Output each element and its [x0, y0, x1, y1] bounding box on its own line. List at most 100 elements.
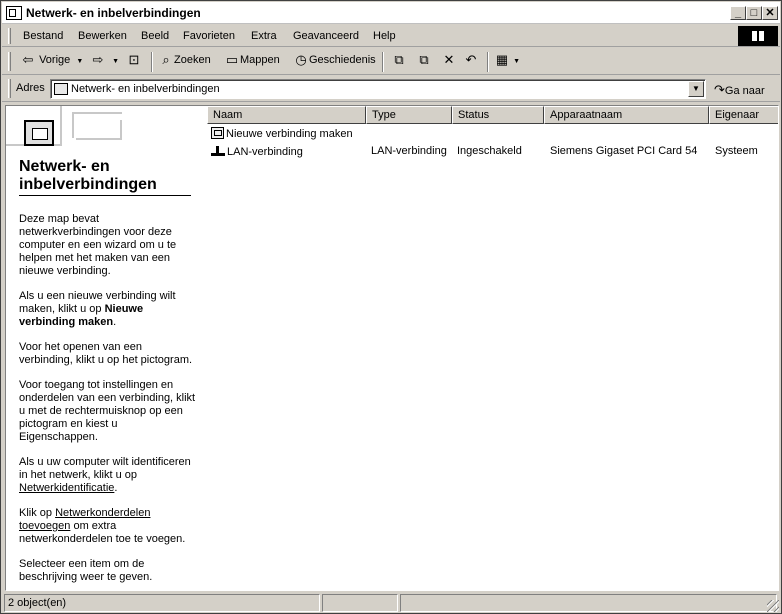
- decorative-frame: [76, 120, 122, 140]
- list-item[interactable]: Nieuwe verbinding maken: [207, 125, 778, 142]
- menu-beeld[interactable]: Beeld: [141, 30, 169, 42]
- column-header-apparaatnaam[interactable]: Apparaatnaam: [544, 106, 709, 124]
- web-view-pane: Netwerk- en inbelverbindingen Deze map b…: [6, 106, 204, 590]
- toolbar-separator: [382, 52, 384, 72]
- title-bar: Netwerk- en inbelverbindingen _ □ ✕: [2, 2, 780, 24]
- back-arrow-icon: ⇦: [22, 52, 34, 68]
- copy-to-button[interactable]: ⧉: [416, 52, 432, 68]
- undo-button[interactable]: ↶: [463, 52, 479, 68]
- up-folder-button[interactable]: ⊡: [126, 52, 142, 68]
- column-header-status[interactable]: Status: [452, 106, 544, 124]
- standard-toolbar: ⇦ Vorige ▼ ⇨ ▼ ⊡ ⌕ Zoeken ▭ Mappen ◷ Geschi…: [2, 48, 780, 75]
- column-header-eigenaar[interactable]: Eigenaar: [709, 106, 778, 124]
- list-item-label: Nieuwe verbinding maken: [226, 128, 353, 140]
- back-dropdown-icon[interactable]: ▼: [76, 58, 83, 65]
- move-to-button[interactable]: ⧉: [391, 52, 407, 68]
- forward-arrow-icon: ⇨: [92, 52, 104, 68]
- left-pane-title: Netwerk- en inbelverbindingen: [19, 158, 157, 193]
- menu-favorieten[interactable]: Favorieten: [183, 30, 235, 42]
- hint-text: Klik op: [19, 507, 56, 519]
- menu-geavanceerd[interactable]: Geavanceerd: [293, 30, 359, 42]
- search-button[interactable]: ⌕ Zoeken: [158, 52, 211, 68]
- menu-bestand[interactable]: Bestand: [23, 30, 63, 42]
- toolbar-grip[interactable]: [8, 52, 11, 71]
- folders-label: Mappen: [240, 54, 280, 66]
- history-button[interactable]: ◷ Geschiedenis: [293, 52, 375, 68]
- select-item-hint: Selecteer een item om de beschrijving we…: [19, 558, 153, 583]
- lan-connection-icon: [211, 145, 225, 157]
- list-item-type: LAN-verbinding: [371, 145, 447, 157]
- toolbar-separator: [151, 52, 153, 72]
- go-button[interactable]: ↷Ga naar: [714, 82, 765, 98]
- new-connection-wizard-icon: [211, 127, 224, 139]
- content-area: Netwerk- en inbelverbindingen Deze map b…: [5, 105, 779, 591]
- new-connection-hint: Als u een nieuwe verbinding wilt maken, …: [19, 290, 197, 329]
- address-value[interactable]: Netwerk- en inbelverbindingen: [71, 83, 220, 95]
- status-panel: [400, 594, 777, 612]
- explorer-window: Netwerk- en inbelverbindingen _ □ ✕ Best…: [0, 0, 782, 614]
- column-header-type[interactable]: Type: [366, 106, 452, 124]
- list-item-label: LAN-verbinding: [227, 146, 303, 158]
- hint-text: .: [113, 316, 117, 328]
- windows-logo-icon: [738, 26, 778, 46]
- folder-icon: [54, 83, 68, 95]
- list-item-status: Ingeschakeld: [457, 145, 522, 157]
- list-item-owner: Systeem: [715, 145, 758, 157]
- menu-help[interactable]: Help: [373, 30, 396, 42]
- forward-dropdown-icon[interactable]: ▼: [112, 58, 119, 65]
- description-paragraph: Deze map bevat netwerkverbindingen voor …: [19, 213, 177, 277]
- network-connections-icon: [24, 120, 54, 146]
- folders-icon: ▭: [225, 52, 239, 68]
- column-header-naam[interactable]: Naam: [207, 106, 366, 124]
- open-connection-hint: Voor het openen van een verbinding, klik…: [19, 341, 193, 366]
- history-icon: ◷: [295, 52, 307, 68]
- close-button[interactable]: ✕: [762, 6, 778, 20]
- list-item-device: Siemens Gigaset PCI Card 54: [550, 145, 698, 157]
- address-label: Adres: [16, 82, 45, 94]
- list-item[interactable]: LAN-verbinding LAN-verbinding Ingeschake…: [207, 143, 778, 160]
- up-folder-icon: ⊡: [128, 52, 140, 68]
- status-object-count: 2 object(en): [4, 594, 320, 612]
- resize-grip[interactable]: [767, 600, 779, 612]
- folders-button[interactable]: ▭ Mappen: [224, 52, 280, 68]
- status-bar: 2 object(en): [2, 593, 780, 613]
- address-bar: Adres Netwerk- en inbelverbindingen ▼ ↷G…: [2, 76, 780, 102]
- hint-text: Als u een nieuwe verbinding wilt maken, …: [19, 290, 176, 315]
- views-dropdown-icon[interactable]: ▼: [513, 58, 520, 65]
- network-identification-link[interactable]: Netwerkidentificatie: [19, 482, 114, 494]
- menu-extra[interactable]: Extra: [251, 30, 277, 42]
- connections-list: Naam Type Status Apparaatnaam Eigenaar N…: [207, 106, 778, 590]
- delete-x-icon: ✕: [443, 52, 455, 68]
- menu-bar: Bestand Bewerken Beeld Favorieten Extra …: [2, 25, 780, 47]
- go-arrow-icon: ↷: [714, 82, 725, 97]
- list-item-name[interactable]: Nieuwe verbinding maken: [211, 127, 353, 140]
- title-divider: [19, 195, 191, 196]
- copy-to-icon: ⧉: [419, 52, 429, 68]
- move-to-icon: ⧉: [394, 52, 404, 68]
- forward-button[interactable]: ⇨ ▼: [90, 52, 119, 68]
- window-title: Netwerk- en inbelverbindingen: [26, 6, 201, 20]
- menubar-grip[interactable]: [8, 28, 11, 44]
- go-label: Ga naar: [724, 85, 765, 97]
- delete-button[interactable]: ✕: [441, 52, 457, 68]
- search-icon: ⌕: [162, 52, 170, 68]
- undo-icon: ↶: [465, 52, 477, 68]
- menu-bewerken[interactable]: Bewerken: [78, 30, 127, 42]
- back-button[interactable]: ⇦ Vorige ▼: [20, 52, 84, 68]
- properties-hint: Voor toegang tot instellingen en onderde…: [19, 379, 196, 443]
- views-grid-icon: ▦: [495, 52, 509, 68]
- search-label: Zoeken: [174, 54, 211, 66]
- hint-text: Als u uw computer wilt identificeren in …: [19, 456, 191, 481]
- add-components-hint: Klik op Netwerkonderdelen toevoegen om e…: [19, 507, 197, 546]
- status-panel: [322, 594, 398, 612]
- list-item-name[interactable]: LAN-verbinding: [211, 145, 303, 158]
- address-dropdown-button[interactable]: ▼: [688, 81, 704, 97]
- views-button[interactable]: ▦ ▼: [494, 52, 520, 68]
- toolbar-separator: [487, 52, 489, 72]
- address-input[interactable]: Netwerk- en inbelverbindingen ▼: [50, 79, 706, 99]
- maximize-button[interactable]: □: [746, 6, 762, 20]
- window-app-icon[interactable]: [6, 6, 22, 20]
- back-label: Vorige: [39, 54, 71, 66]
- addressbar-grip[interactable]: [8, 79, 11, 98]
- minimize-button[interactable]: _: [730, 6, 746, 20]
